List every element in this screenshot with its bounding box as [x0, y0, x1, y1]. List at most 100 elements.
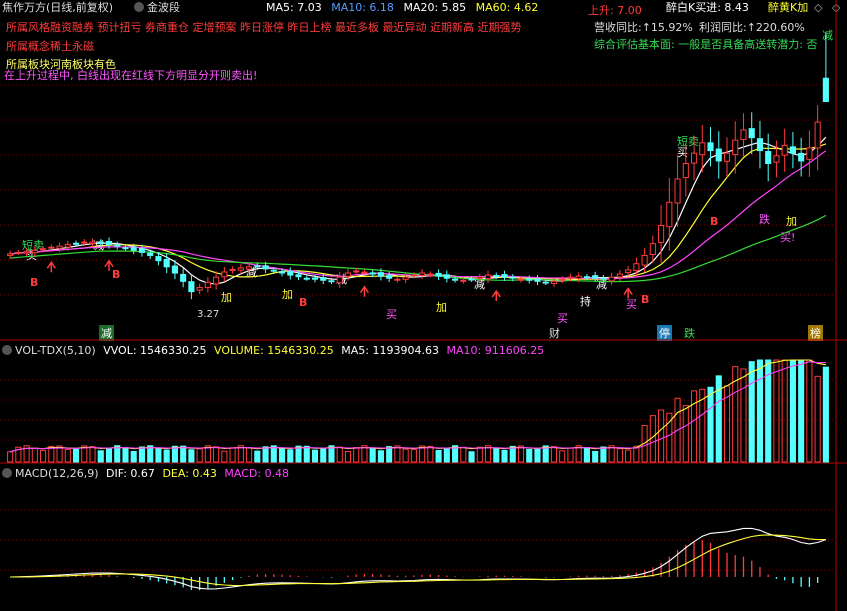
candle-body	[295, 274, 302, 278]
volume-bar	[311, 449, 319, 463]
candle-body	[81, 241, 88, 244]
candle-body	[311, 277, 319, 280]
volume-bar	[7, 451, 14, 463]
candle-body	[575, 275, 582, 280]
candle-body	[616, 273, 623, 278]
dea-line	[10, 534, 826, 587]
volume-bar	[625, 449, 632, 463]
candle-body	[246, 266, 253, 270]
candle-body	[386, 275, 393, 279]
candle-body	[625, 269, 632, 274]
candle-body	[56, 245, 63, 249]
volume-bar	[476, 446, 483, 463]
candle-body	[740, 129, 747, 141]
volume-bar	[97, 450, 104, 463]
volume-bar	[353, 446, 360, 463]
volume-bar	[567, 447, 574, 463]
volume-bar	[155, 448, 162, 463]
volume-bar	[814, 375, 821, 463]
volume-bar	[64, 448, 71, 463]
volume-bar	[468, 451, 475, 463]
candle-body	[180, 273, 187, 282]
candle-body	[410, 274, 417, 277]
volume-bar	[122, 446, 129, 463]
volume-bar	[229, 447, 236, 463]
candle-body	[419, 272, 426, 276]
volume-bar	[559, 450, 566, 463]
volume-bar	[163, 449, 170, 463]
candle-body	[402, 276, 409, 280]
volume-bar	[600, 446, 607, 463]
volume-bar	[798, 359, 805, 463]
candle-body	[196, 287, 203, 291]
candle-body	[773, 155, 780, 163]
volume-bar	[658, 409, 665, 463]
candle-body	[765, 151, 772, 165]
volume-bar	[583, 447, 590, 463]
candle-body	[303, 277, 310, 280]
candle-body	[452, 278, 459, 281]
candle-body	[517, 278, 525, 281]
candle-body	[732, 139, 739, 156]
candle-body	[443, 274, 450, 279]
candle-body	[204, 281, 211, 288]
candle-body	[278, 271, 286, 274]
ma5-line	[10, 136, 827, 285]
candle-body	[534, 278, 541, 282]
volume-bar	[534, 448, 541, 463]
candle-body	[7, 253, 14, 256]
candle-body	[699, 142, 706, 156]
candle-body	[97, 241, 104, 244]
volume-bar	[386, 446, 393, 463]
candle-body	[822, 77, 829, 102]
candle-body	[64, 244, 71, 248]
volume-bar	[427, 445, 434, 463]
candle-body	[171, 265, 178, 274]
candle-body	[72, 242, 80, 245]
volume-bar	[493, 447, 500, 463]
volume-bar	[707, 386, 714, 463]
candle-body	[658, 225, 665, 243]
buy-arrow	[104, 259, 114, 271]
candle-body	[649, 243, 656, 256]
buy-arrow	[491, 289, 501, 302]
volume-bar	[130, 450, 137, 463]
candle-body	[237, 267, 244, 271]
candle-body	[633, 263, 640, 272]
candle-body	[476, 276, 483, 280]
dif-line	[10, 527, 827, 590]
candle-body	[542, 281, 549, 284]
volume-bar	[303, 445, 310, 463]
candle-body	[369, 272, 376, 275]
volume-bar	[526, 448, 533, 463]
candle-body	[559, 278, 566, 281]
volume-bar	[756, 359, 764, 463]
volume-ma10-line	[9, 361, 826, 453]
candle-body	[756, 138, 764, 152]
candle-body	[31, 249, 38, 254]
candle-body	[550, 280, 558, 285]
volume-bar	[682, 405, 689, 463]
candle-body	[15, 251, 22, 254]
candle-body	[690, 152, 698, 164]
buy-arrow	[46, 260, 56, 273]
candle-body	[707, 142, 714, 152]
stock-chart-window: { "header": { "stock_title": "焦作万方", "pe…	[0, 0, 847, 611]
candle-body	[353, 270, 360, 273]
volume-bar	[781, 359, 788, 463]
candle-body	[130, 247, 137, 251]
volume-bar	[369, 447, 376, 463]
candle-body	[229, 268, 236, 272]
volume-bar	[221, 450, 228, 463]
volume-bar	[278, 448, 286, 463]
volume-bar	[501, 449, 508, 463]
volume-bar	[336, 446, 343, 463]
candle-body	[394, 278, 401, 281]
ma20-line	[10, 150, 827, 280]
volume-bar	[592, 450, 599, 463]
candle-body	[328, 280, 335, 283]
candle-body	[155, 256, 162, 262]
candle-body	[114, 244, 121, 247]
candle-body	[715, 148, 722, 162]
volume-bar	[773, 359, 780, 463]
